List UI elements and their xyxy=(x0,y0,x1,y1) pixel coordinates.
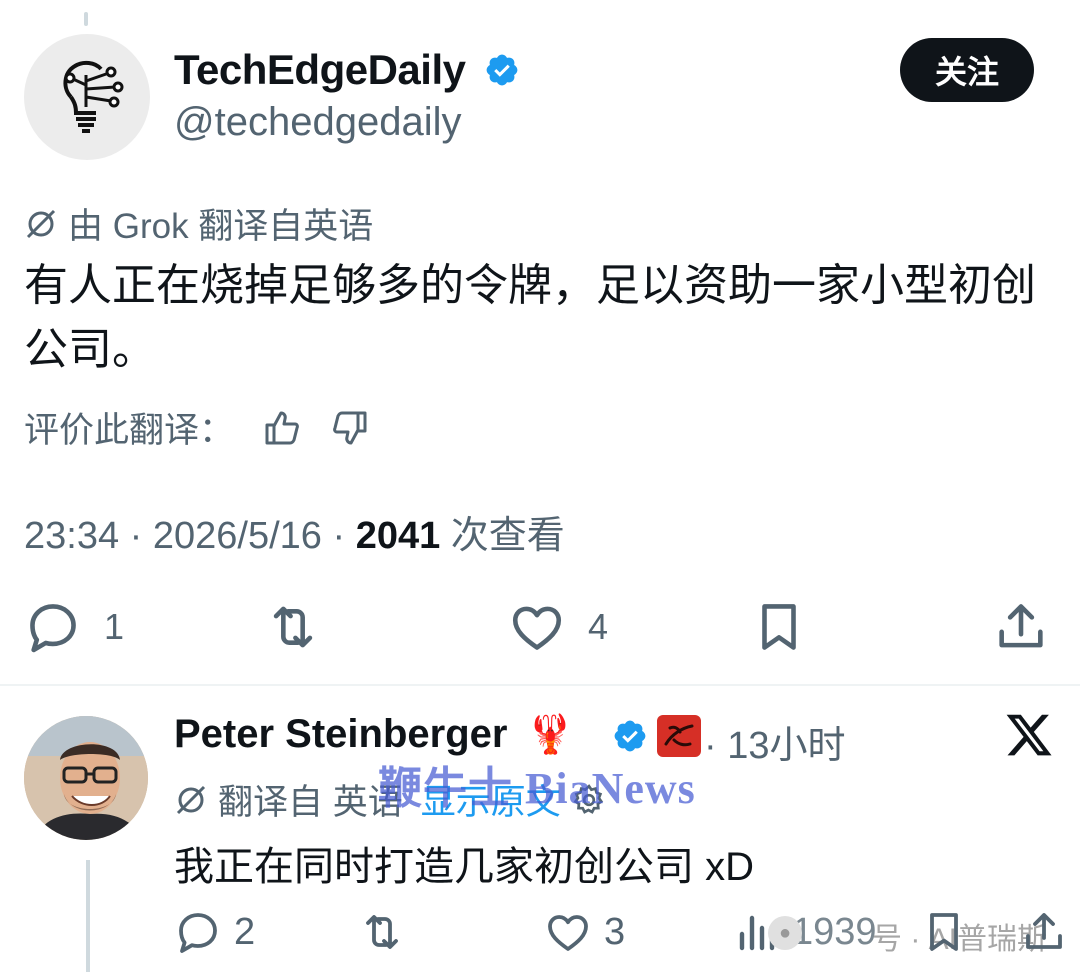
thumbs-down-icon[interactable] xyxy=(330,408,370,448)
bookmark-button[interactable] xyxy=(750,598,808,656)
x-logo-icon[interactable] xyxy=(1004,710,1054,760)
reply-bookmark-button[interactable] xyxy=(920,908,968,956)
author-name[interactable]: TechEdgeDaily xyxy=(174,46,466,94)
thumbs-up-icon[interactable] xyxy=(262,408,302,448)
bookmark-icon xyxy=(930,913,958,951)
person-photo xyxy=(24,716,148,840)
reply-count: 1 xyxy=(104,606,125,647)
view-label: 次查看 xyxy=(440,515,565,557)
reply-avatar[interactable] xyxy=(24,716,148,840)
avatar[interactable] xyxy=(24,34,150,160)
tweet-text: 有人正在烧掉足够多的令牌，足以资助一家小型初创公司。 xyxy=(24,261,1036,374)
lobster-icon: 🦞 xyxy=(526,714,574,756)
reply-retweet-button[interactable] xyxy=(358,908,406,956)
reply-author-name: Peter Steinberger xyxy=(174,712,508,756)
share-button[interactable] xyxy=(992,598,1050,656)
reply-views-button[interactable]: 1939 xyxy=(732,908,877,956)
retweet-icon xyxy=(366,915,398,949)
reply-view-count: 1939 xyxy=(792,910,877,953)
reply-icon xyxy=(30,604,76,653)
translate-icon xyxy=(26,209,56,238)
bookmark-icon xyxy=(762,604,796,650)
translation-note-label: 由 Grok 翻译自英语 xyxy=(68,207,374,246)
like-button[interactable]: 4 xyxy=(508,598,608,656)
author-handle[interactable]: @techedgedaily xyxy=(174,100,461,145)
reply-like-count: 3 xyxy=(604,910,626,953)
follow-button[interactable]: 关注 xyxy=(900,38,1034,102)
reply-text: 我正在同时打造几家初创公司 xD xyxy=(174,845,754,889)
translation-note: 由 Grok 翻译自英语 xyxy=(24,198,373,249)
share-icon xyxy=(999,604,1043,648)
reply-icon xyxy=(179,913,217,953)
retweet-icon xyxy=(273,606,313,648)
lightbulb-circuit-icon xyxy=(63,60,124,133)
like-icon xyxy=(548,915,588,951)
thread-connector xyxy=(84,12,88,26)
wechat-icon: ● xyxy=(768,916,802,950)
reply-time[interactable]: · 13小时 xyxy=(704,714,845,769)
reply-button[interactable]: 1 xyxy=(24,598,124,656)
rate-translation-label: 评价此翻译： xyxy=(24,411,235,450)
retweet-button[interactable] xyxy=(264,598,322,656)
reply-reply-count: 2 xyxy=(234,910,256,953)
tweet-meta: 23:34 · 2026/5/16 · 2041 次查看 xyxy=(24,504,565,559)
tweet-time[interactable]: 23:34 · 2026/5/16 · xyxy=(24,515,356,557)
reply-share-button[interactable] xyxy=(1020,908,1068,956)
verified-icon xyxy=(486,54,518,86)
reply-translation-label: 翻译自 英语 xyxy=(218,783,403,822)
reply-reply-button[interactable]: 2 xyxy=(174,908,255,956)
wechat-watermark-icon: ● xyxy=(768,916,802,950)
reply-like-button[interactable]: 3 xyxy=(544,908,625,956)
thread-line xyxy=(86,860,90,972)
like-count: 4 xyxy=(588,606,609,647)
share-icon xyxy=(1026,913,1062,949)
rate-translation: 评价此翻译： xyxy=(24,402,370,453)
bianews-watermark: 鞭牛士 BiaNews xyxy=(378,764,696,813)
divider xyxy=(0,684,1080,686)
like-icon xyxy=(512,606,562,650)
view-count: 2041 xyxy=(355,515,441,557)
verified-icon xyxy=(614,720,646,752)
translate-icon xyxy=(176,785,206,814)
reply-author[interactable]: Peter Steinberger 🦞 xyxy=(174,712,574,757)
